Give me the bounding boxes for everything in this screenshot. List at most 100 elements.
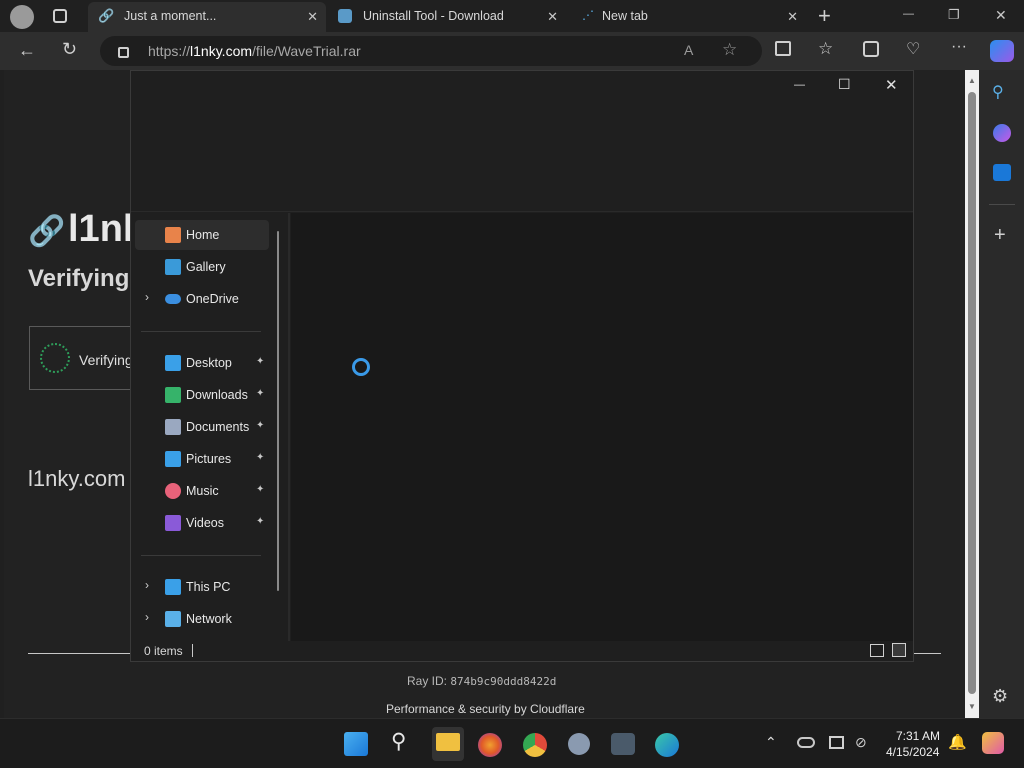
explorer-minimize-button[interactable]: —: [794, 79, 805, 91]
scroll-thumb[interactable]: [968, 92, 976, 694]
pictures-icon: [165, 451, 181, 467]
nav-label: Desktop: [186, 356, 232, 370]
terminal-icon[interactable]: [611, 733, 635, 755]
nav-desktop[interactable]: Desktop ✦: [135, 348, 269, 378]
ray-id: 874b9c90ddd8422d: [450, 675, 557, 688]
explorer-maximize-button[interactable]: ☐: [838, 76, 851, 93]
nav-label: Downloads: [186, 388, 248, 402]
search-icon[interactable]: ⚲: [992, 82, 1004, 102]
nav-pictures[interactable]: Pictures ✦: [135, 444, 269, 474]
tab-actions-icon[interactable]: [53, 9, 67, 23]
chevron-right-icon[interactable]: ›: [145, 610, 149, 624]
nav-pane-scrollbar[interactable]: [277, 231, 279, 591]
nav-gallery[interactable]: Gallery: [135, 252, 269, 282]
file-explorer-window: — ☐ ✕ Home Gallery › OneDrive Desktop ✦ …: [130, 70, 914, 662]
clock-date[interactable]: 4/15/2024: [886, 745, 939, 759]
pin-icon: ✦: [256, 516, 265, 527]
toolbar: ← ↻ https://l1nky.com/file/WaveTrial.rar…: [0, 32, 1024, 70]
notification-bell-icon[interactable]: 🔔: [948, 733, 967, 751]
videos-icon: [165, 515, 181, 531]
split-screen-icon[interactable]: [775, 41, 791, 56]
nav-videos[interactable]: Videos ✦: [135, 508, 269, 538]
settings-icon[interactable]: ⚙: [992, 686, 1008, 707]
tab-close-icon[interactable]: ✕: [787, 9, 798, 25]
browser-essentials-icon[interactable]: ♡: [906, 39, 920, 59]
ray-id-line: Ray ID: 874b9c90ddd8422d: [407, 674, 557, 688]
display-tray-icon[interactable]: [829, 736, 844, 749]
chrome-icon[interactable]: [523, 733, 547, 757]
nav-onedrive[interactable]: › OneDrive: [135, 284, 269, 314]
tab-new-tab[interactable]: ⋰ New tab ✕: [568, 2, 806, 32]
url-text[interactable]: https://l1nky.com/file/WaveTrial.rar: [148, 43, 361, 59]
nav-label: Documents: [186, 420, 250, 434]
outlook-icon[interactable]: [993, 164, 1011, 181]
chevron-right-icon[interactable]: ›: [145, 578, 149, 592]
pin-icon: ✦: [256, 388, 265, 399]
sidebar-divider: [989, 204, 1015, 205]
tab-close-icon[interactable]: ✕: [307, 9, 318, 25]
scroll-up-icon: ▲: [968, 76, 976, 85]
tiles-view-icon[interactable]: [892, 643, 906, 657]
onedrive-tray-icon[interactable]: [797, 737, 815, 748]
network-tray-icon[interactable]: ⊘: [855, 734, 867, 751]
firefox-icon[interactable]: [478, 733, 502, 757]
loading-spinner-icon: [352, 358, 370, 376]
read-aloud-icon[interactable]: A: [684, 42, 693, 58]
explorer-close-button[interactable]: ✕: [885, 76, 898, 94]
file-explorer-taskbar-icon[interactable]: [432, 727, 464, 761]
page-scrollbar[interactable]: ▲ ▼: [965, 70, 979, 718]
site-host: l1nky.com: [28, 466, 126, 491]
chevron-right-icon[interactable]: ›: [145, 290, 149, 304]
verification-widget[interactable]: Verifying: [29, 326, 139, 390]
collections-icon[interactable]: [863, 41, 879, 57]
browser-restore-button[interactable]: ❐: [948, 7, 960, 23]
add-icon[interactable]: +: [994, 224, 1006, 247]
copilot-icon[interactable]: [990, 40, 1014, 62]
link-icon: 🔗: [98, 8, 115, 23]
cloudflare-footer[interactable]: Performance & security by Cloudflare: [386, 702, 585, 716]
copilot-sidebar-icon[interactable]: [993, 124, 1011, 142]
copilot-preview-icon[interactable]: [982, 732, 1004, 754]
nav-music[interactable]: Music ✦: [135, 476, 269, 506]
tab-close-icon[interactable]: ✕: [547, 9, 558, 25]
show-hidden-icons[interactable]: ⌃: [765, 734, 777, 751]
pane-splitter[interactable]: [288, 213, 290, 641]
taskbar-search-icon[interactable]: ⚲: [391, 729, 406, 754]
status-item-count: 0 items: [144, 644, 183, 658]
pin-icon: ✦: [256, 484, 265, 495]
nav-label: Home: [186, 228, 220, 242]
browser-minimize-button[interactable]: —: [903, 8, 914, 20]
loading-icon: ⋰: [582, 8, 594, 22]
onedrive-icon: [165, 294, 181, 304]
more-options-icon[interactable]: ···: [951, 38, 967, 56]
scroll-down-icon: ▼: [968, 702, 976, 711]
pin-icon: ✦: [256, 356, 265, 367]
details-view-icon[interactable]: [870, 644, 884, 657]
back-icon[interactable]: ←: [18, 40, 36, 61]
nav-home[interactable]: Home: [135, 220, 269, 250]
nav-documents[interactable]: Documents ✦: [135, 412, 269, 442]
nav-network[interactable]: › Network: [135, 604, 269, 634]
address-bar[interactable]: https://l1nky.com/file/WaveTrial.rar A ☆: [100, 36, 762, 66]
verifying-heading: Verifying: [28, 265, 130, 292]
profile-avatar[interactable]: [10, 5, 34, 29]
start-icon[interactable]: [344, 732, 368, 756]
new-tab-button[interactable]: +: [818, 3, 831, 29]
taskbar: ⚲ ⌃ ⊘ 7:31 AM 4/15/2024 🔔: [0, 718, 1024, 768]
tab-just-a-moment[interactable]: 🔗 Just a moment... ✕: [88, 2, 326, 32]
gallery-icon: [165, 259, 181, 275]
documents-icon: [165, 419, 181, 435]
nav-downloads[interactable]: Downloads ✦: [135, 380, 269, 410]
favorites-icon[interactable]: ☆: [818, 39, 833, 59]
clock-time[interactable]: 7:31 AM: [896, 729, 940, 743]
music-icon: [165, 483, 181, 499]
favorite-star-icon[interactable]: ☆: [722, 40, 737, 60]
refresh-icon[interactable]: ↻: [62, 39, 77, 60]
downloads-icon: [165, 387, 181, 403]
browser-close-button[interactable]: ✕: [995, 7, 1007, 24]
home-icon: [165, 227, 181, 243]
tab-uninstall-tool[interactable]: Uninstall Tool - Download ✕: [328, 2, 566, 32]
nav-this-pc[interactable]: › This PC: [135, 572, 269, 602]
settings-taskbar-icon[interactable]: [568, 733, 590, 755]
edge-icon[interactable]: [655, 733, 679, 757]
